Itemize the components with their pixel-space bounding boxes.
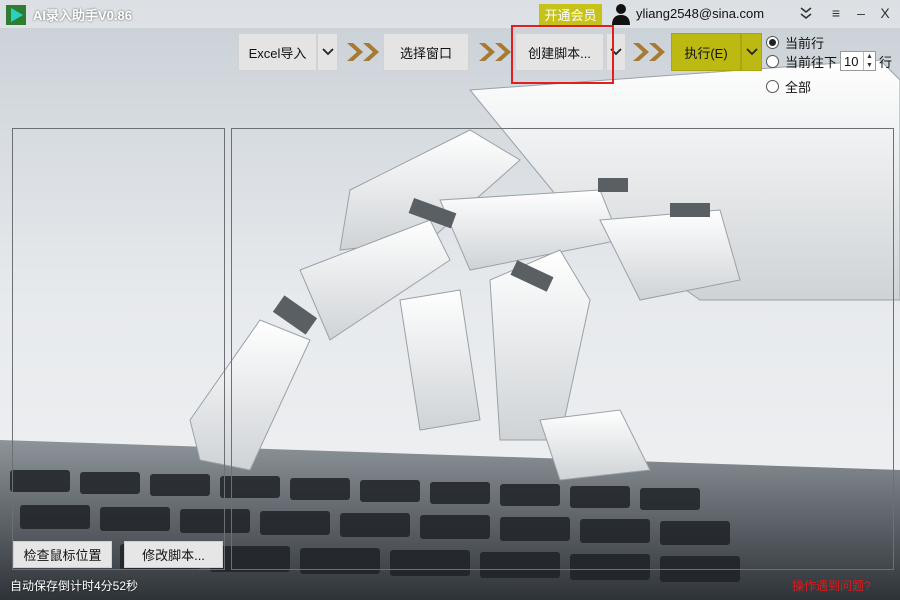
excel-import-button[interactable]: Excel导入 (238, 33, 317, 71)
main-panel[interactable] (231, 128, 894, 570)
chevron-down-icon (321, 48, 334, 56)
option-current-down[interactable]: 当前往下 10 ▲ ▼ 行 (766, 51, 892, 71)
edit-script-button[interactable]: 修改脚本... (124, 541, 223, 568)
radio-all[interactable] (766, 80, 779, 93)
autosave-countdown: 自动保存倒计时4分52秒 (10, 579, 139, 593)
select-window-button[interactable]: 选择窗口 (383, 33, 469, 71)
stepper-arrows-icon[interactable]: ▲ ▼ (863, 52, 875, 70)
menu-icon[interactable]: ≡ (825, 3, 847, 23)
excel-import-dropdown[interactable] (317, 33, 338, 71)
radio-current-down[interactable] (766, 54, 779, 68)
collapse-chevron-icon[interactable] (795, 3, 817, 23)
app-logo-play-icon (6, 5, 26, 25)
rows-unit-label: 行 (879, 54, 893, 70)
execute-dropdown[interactable] (741, 33, 762, 71)
radio-current-row[interactable] (766, 36, 779, 49)
check-mouse-position-button[interactable]: 检查鼠标位置 (13, 541, 112, 568)
option-all[interactable]: 全部 (766, 77, 811, 96)
user-avatar-icon (612, 4, 630, 25)
option-current-row-label: 当前行 (785, 36, 825, 51)
minimize-button[interactable]: – (850, 3, 872, 23)
help-link[interactable]: 操作遇到问题? (792, 577, 871, 594)
rows-count-stepper[interactable]: 10 ▲ ▼ (840, 51, 877, 71)
option-current-down-label: 当前往下 (785, 54, 838, 70)
step-arrow-icon (347, 43, 379, 61)
option-current-row[interactable]: 当前行 (766, 33, 824, 52)
option-all-label: 全部 (785, 80, 812, 95)
highlight-frame (511, 25, 614, 84)
rows-count-value: 10 (844, 53, 859, 69)
open-membership-button[interactable]: 开通会员 (539, 4, 602, 25)
left-panel[interactable] (12, 128, 225, 570)
close-button[interactable]: X (874, 3, 896, 23)
user-email[interactable]: yliang2548@sina.com (636, 6, 764, 21)
step-arrow-icon (633, 43, 665, 61)
chevron-down-icon (745, 48, 758, 56)
app-title: AI录入助手V0.86 (33, 8, 132, 23)
execute-button[interactable]: 执行(E) (671, 33, 741, 71)
